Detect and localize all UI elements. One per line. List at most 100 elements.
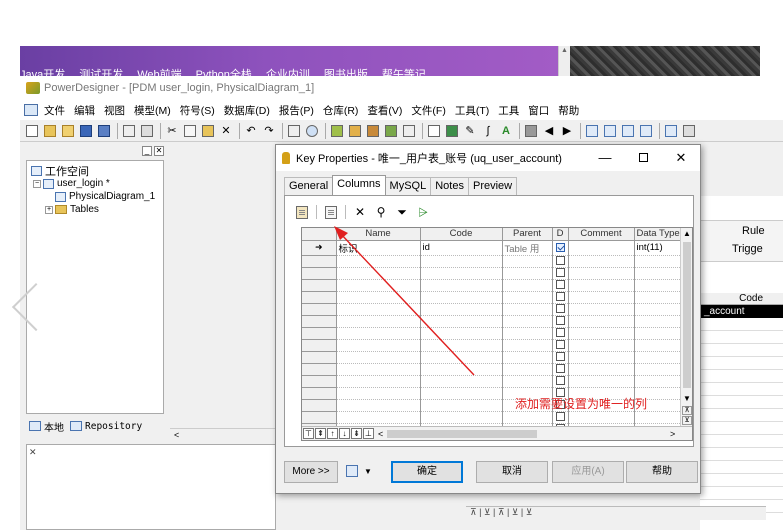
cell-name[interactable] <box>336 363 421 376</box>
properties-icon[interactable] <box>293 203 311 221</box>
print-preview-icon[interactable] <box>121 123 137 139</box>
scroll-thumb[interactable] <box>683 242 691 388</box>
cell-data-type[interactable] <box>634 291 681 304</box>
cell-name[interactable] <box>336 375 421 388</box>
maximize-button[interactable] <box>628 148 658 168</box>
expand-icon[interactable]: + <box>45 205 53 214</box>
find-icon[interactable]: ⚲ <box>372 203 390 221</box>
banner-nav-item[interactable]: 图书出版 <box>324 69 368 76</box>
banner-nav-item[interactable]: Web前端 <box>137 69 181 76</box>
move-up-page-icon[interactable]: ⇞ <box>315 428 326 439</box>
copy-icon[interactable] <box>182 123 198 139</box>
tool-c-icon[interactable] <box>365 123 381 139</box>
cell-parent[interactable] <box>502 315 553 328</box>
cell-name[interactable] <box>336 267 421 280</box>
scroll-right-icon[interactable]: > <box>670 429 675 439</box>
close-icon[interactable]: ✕ <box>29 447 37 458</box>
tab-preview[interactable]: Preview <box>467 177 518 195</box>
checkbox[interactable] <box>555 316 565 326</box>
table-row[interactable] <box>302 375 681 388</box>
table-row[interactable] <box>302 363 681 376</box>
text-a-icon[interactable]: A <box>498 123 514 139</box>
cell-parent[interactable] <box>502 339 553 352</box>
cell-code[interactable] <box>420 387 503 400</box>
column-header-d[interactable]: D <box>552 228 569 241</box>
tab-repository[interactable]: Repository <box>70 421 142 432</box>
cell-d[interactable] <box>552 339 569 352</box>
add-columns-icon[interactable] <box>322 203 340 221</box>
cell-code[interactable] <box>420 375 503 388</box>
tab-general[interactable]: General <box>284 177 334 195</box>
tool-e-icon[interactable] <box>401 123 417 139</box>
menu-repository[interactable]: 仓库(R) <box>323 103 359 118</box>
cell-comment[interactable] <box>568 363 635 376</box>
row-header[interactable] <box>302 303 337 316</box>
menu-tools-2[interactable]: 工具 <box>498 103 519 118</box>
menu-view[interactable]: 视图 <box>104 103 125 118</box>
cell-comment[interactable] <box>568 375 635 388</box>
tool-a-icon[interactable] <box>329 123 345 139</box>
move-down-page-icon[interactable]: ⇟ <box>351 428 362 439</box>
cell-d[interactable] <box>552 363 569 376</box>
row-header[interactable] <box>302 327 337 340</box>
tool-m-icon[interactable] <box>663 123 679 139</box>
row-header[interactable] <box>302 279 337 292</box>
row-header[interactable] <box>302 255 337 268</box>
cell-d[interactable] <box>552 315 569 328</box>
cell-parent[interactable] <box>502 327 553 340</box>
more-button[interactable]: More >> <box>284 461 338 483</box>
move-bottom-icon[interactable]: ⊥ <box>363 428 374 439</box>
menu-model[interactable]: 模型(M) <box>134 103 171 118</box>
cell-data-type[interactable] <box>634 267 681 280</box>
table-row[interactable] <box>302 339 681 352</box>
cell-data-type[interactable] <box>634 279 681 292</box>
scroll-up-icon[interactable]: ▲ <box>683 229 691 238</box>
row-header[interactable] <box>302 291 337 304</box>
tool-k-icon[interactable] <box>620 123 636 139</box>
cell-data-type[interactable] <box>634 411 681 424</box>
cell-name[interactable] <box>336 387 421 400</box>
cell-parent[interactable] <box>502 279 553 292</box>
checkbox[interactable] <box>555 292 565 302</box>
cell-code[interactable] <box>420 267 503 280</box>
tree-item-tables[interactable]: + Tables <box>31 203 159 216</box>
cell-name[interactable] <box>336 315 421 328</box>
cell-d[interactable] <box>552 411 569 424</box>
cell-comment[interactable] <box>568 279 635 292</box>
cell-parent[interactable] <box>502 351 553 364</box>
cell-code[interactable] <box>420 411 503 424</box>
table-row[interactable] <box>302 315 681 328</box>
row-header[interactable] <box>302 339 337 352</box>
move-up-icon[interactable]: ↑ <box>327 428 338 439</box>
checkbox[interactable] <box>555 352 565 362</box>
tool-l-icon[interactable] <box>638 123 654 139</box>
menu-file-2[interactable]: 文件(F) <box>411 103 445 118</box>
link-icon[interactable]: ∫ <box>480 123 496 139</box>
cell-comment[interactable] <box>568 255 635 268</box>
cell-data-type[interactable] <box>634 327 681 340</box>
row-header[interactable] <box>302 375 337 388</box>
menu-report[interactable]: 报告(P) <box>279 103 314 118</box>
row-header[interactable] <box>302 363 337 376</box>
cell-d[interactable] <box>552 279 569 292</box>
cell-code[interactable] <box>420 303 503 316</box>
column-header-parent[interactable]: Parent <box>502 228 553 241</box>
banner-nav-item[interactable]: Java开发 <box>20 69 65 76</box>
open-folder-icon[interactable] <box>60 123 76 139</box>
table-row[interactable] <box>302 279 681 292</box>
cell-comment[interactable] <box>568 327 635 340</box>
cell-comment[interactable] <box>568 315 635 328</box>
cell-data-type[interactable] <box>634 303 681 316</box>
cell-comment[interactable] <box>568 351 635 364</box>
menu-view-2[interactable]: 查看(V) <box>367 103 402 118</box>
document-icon[interactable] <box>24 104 38 116</box>
menu-tools[interactable]: 工具(T) <box>455 103 489 118</box>
scroll-down-icon[interactable]: ▼ <box>683 394 691 403</box>
cell-code[interactable] <box>420 255 503 268</box>
cell-parent[interactable] <box>502 411 553 424</box>
tab-notes[interactable]: Notes <box>430 177 469 195</box>
cell-parent[interactable] <box>502 363 553 376</box>
open-icon[interactable] <box>42 123 58 139</box>
row-header[interactable] <box>302 315 337 328</box>
menu-file[interactable]: 文件 <box>44 103 65 118</box>
